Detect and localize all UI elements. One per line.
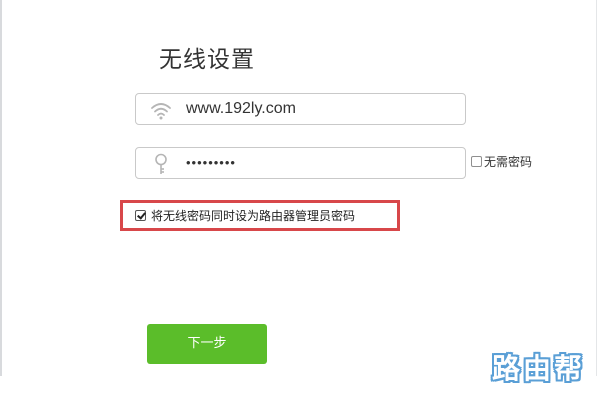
ssid-input-value: www.192ly.com bbox=[186, 100, 296, 117]
watermark-text: 路由帮 bbox=[492, 352, 586, 385]
no-password-option[interactable]: 无需密码 bbox=[471, 153, 532, 169]
right-panel-edge bbox=[596, 0, 597, 376]
left-panel-edge bbox=[0, 0, 2, 376]
watermark-logo: 路由帮 bbox=[492, 347, 592, 385]
key-icon bbox=[150, 153, 172, 175]
no-password-checkbox[interactable] bbox=[471, 155, 482, 167]
wifi-icon bbox=[150, 99, 172, 121]
page-title: 无线设置 bbox=[159, 47, 255, 73]
next-step-button[interactable]: 下一步 bbox=[147, 324, 267, 364]
password-input-value: ••••••••• bbox=[186, 155, 236, 170]
sync-admin-password-checkbox[interactable] bbox=[135, 209, 146, 221]
no-password-label: 无需密码 bbox=[484, 154, 533, 169]
ssid-field[interactable]: www.192ly.com bbox=[135, 93, 466, 125]
sync-admin-password-label: 将无线密码同时设为路由器管理员密码 bbox=[151, 208, 356, 223]
password-field[interactable]: ••••••••• bbox=[135, 147, 466, 179]
sync-admin-password-option[interactable]: 将无线密码同时设为路由器管理员密码 bbox=[135, 207, 355, 223]
